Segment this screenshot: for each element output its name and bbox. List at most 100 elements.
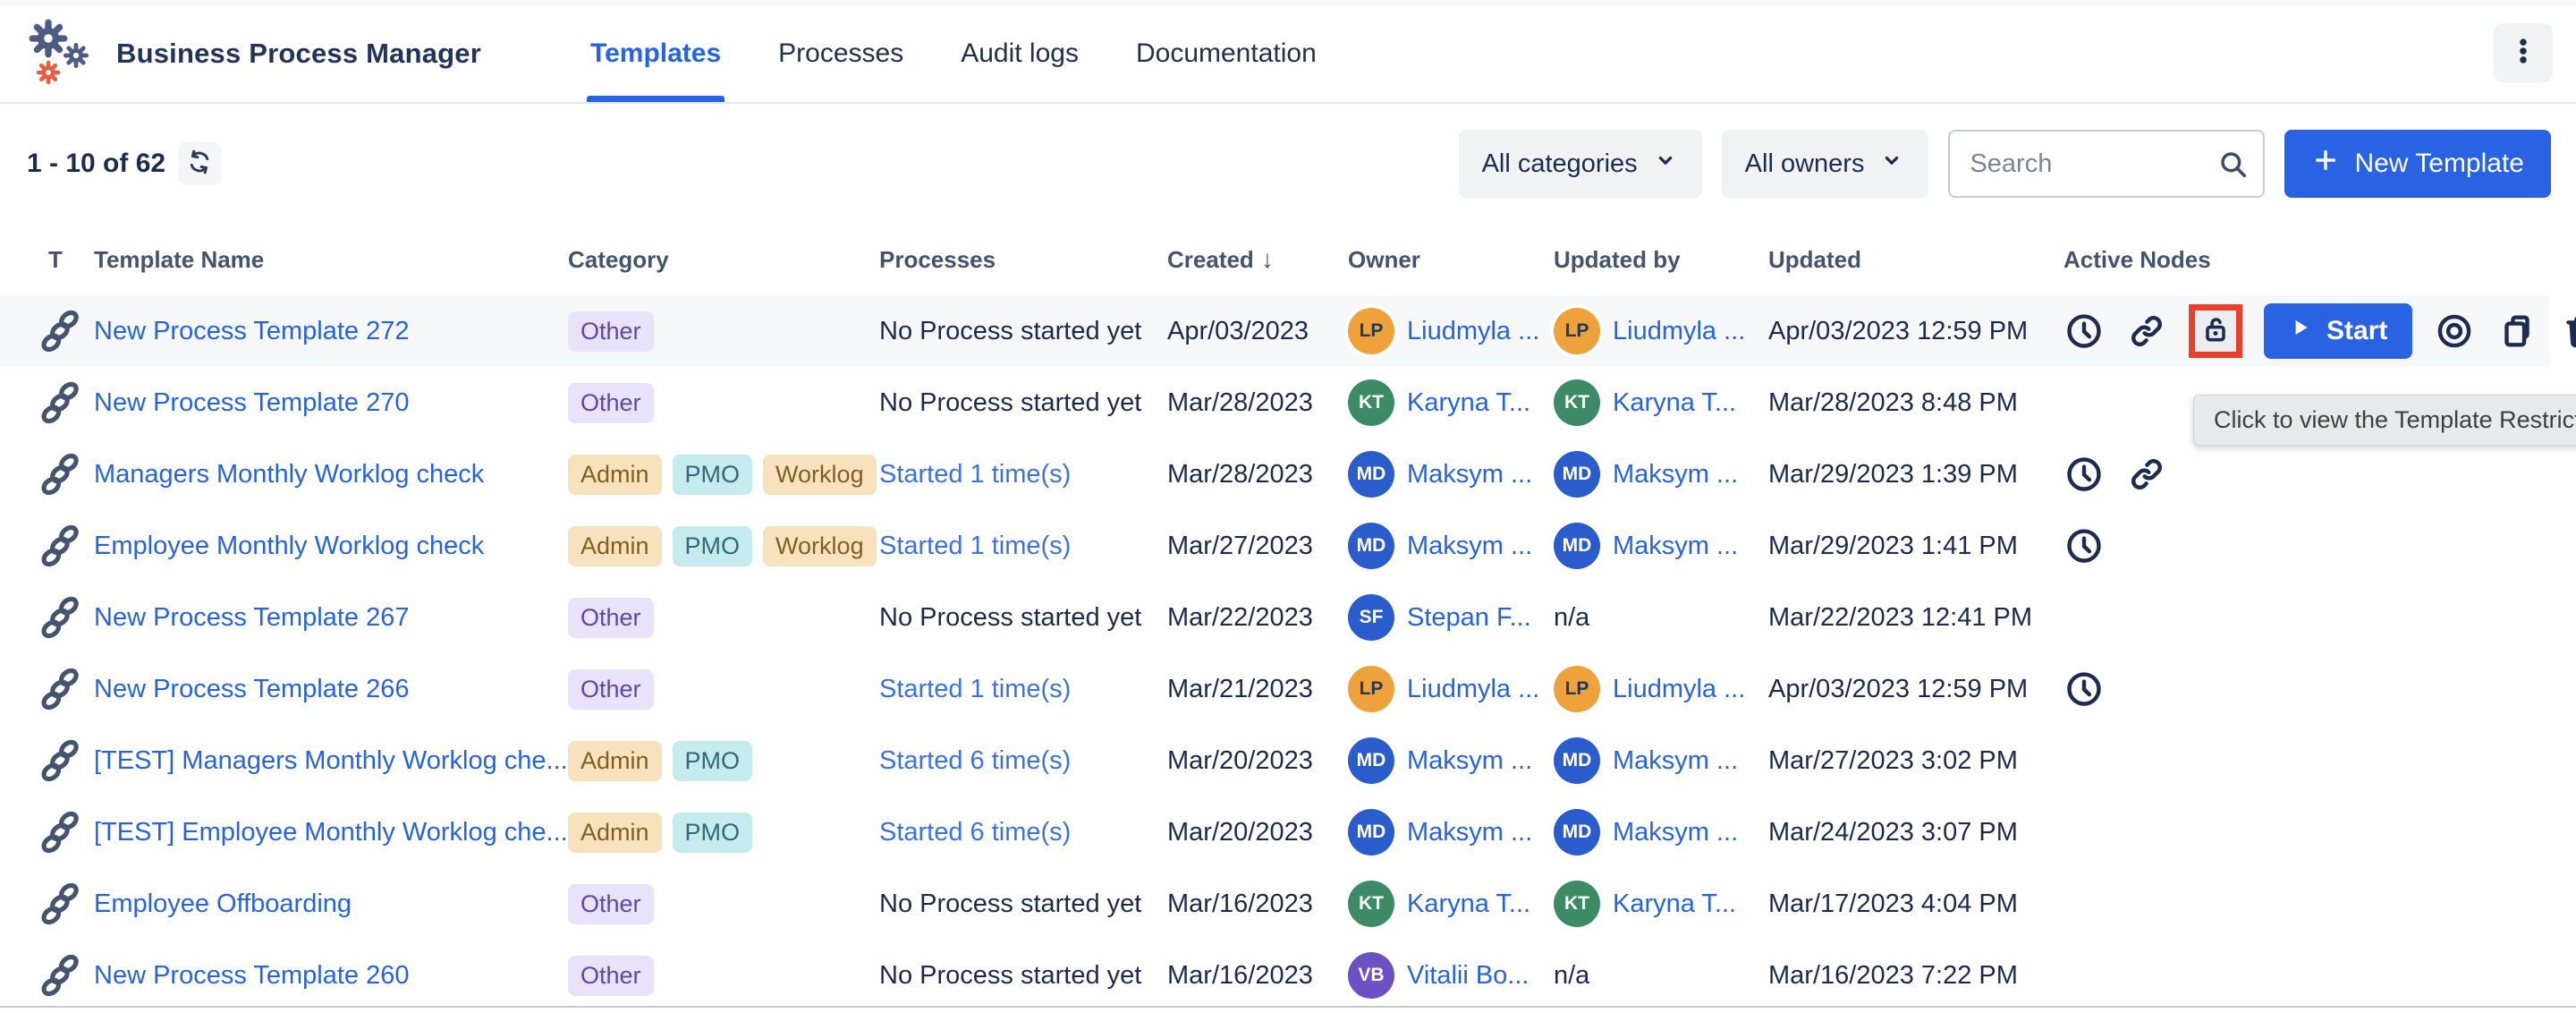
processes-started-link[interactable]: Started 1 time(s): [879, 532, 1071, 561]
updated-datetime: Mar/29/2023 1:41 PM: [1768, 532, 2018, 561]
updated-datetime: Mar/28/2023 8:48 PM: [1768, 388, 2018, 418]
column-header-label: Owner: [1348, 246, 1420, 274]
category-badge-pmo: PMO: [673, 813, 753, 853]
user-name-link[interactable]: Vitalii Bo...: [1407, 961, 1529, 991]
trash-icon[interactable]: [2559, 311, 2576, 352]
user-name-link[interactable]: Stepan F...: [1407, 603, 1531, 633]
start-label: Start: [2326, 316, 2387, 346]
user-name-link[interactable]: Liudmyla ...: [1613, 317, 1745, 346]
table-row: New Process Template 270OtherNo Process …: [0, 367, 2549, 438]
user-name-link[interactable]: Karyna T...: [1613, 388, 1736, 418]
template-name-link[interactable]: [TEST] Employee Monthly Worklog che...: [94, 818, 568, 847]
template-name-link[interactable]: New Process Template 270: [94, 388, 409, 418]
column-header-category[interactable]: Category: [568, 246, 879, 274]
processes-started-link[interactable]: Started 1 time(s): [879, 460, 1071, 489]
history-icon[interactable]: [2063, 454, 2105, 495]
owners-filter-dropdown[interactable]: All owners: [1722, 130, 1929, 198]
user-name-link[interactable]: Karyna T...: [1613, 890, 1736, 919]
template-name-link[interactable]: [TEST] Managers Monthly Worklog che...: [94, 746, 568, 776]
business-process-manager-app: Business Process Manager TemplatesProces…: [0, 0, 2576, 1013]
column-header-processes[interactable]: Processes: [879, 246, 1167, 274]
processes-status-text: No Process started yet: [879, 388, 1141, 418]
table-row: New Process Template 267OtherNo Process …: [0, 582, 2549, 653]
template-name-link[interactable]: Managers Monthly Worklog check: [94, 460, 484, 489]
template-name-link[interactable]: New Process Template 266: [94, 675, 409, 704]
user-name-link[interactable]: Maksym ...: [1613, 746, 1738, 776]
link-icon[interactable]: [2126, 454, 2167, 495]
avatar: LP: [1554, 308, 1600, 354]
tab-templates[interactable]: Templates: [562, 5, 750, 102]
user-name-link[interactable]: Liudmyla ...: [1407, 675, 1539, 704]
kebab-menu-icon: [2507, 35, 2539, 72]
history-icon[interactable]: [2063, 311, 2105, 352]
template-type-workflow-icon: [27, 881, 94, 926]
tab-processes[interactable]: Processes: [750, 5, 932, 102]
user-name-link[interactable]: Liudmyla ...: [1613, 675, 1745, 704]
user-name-link[interactable]: Maksym ...: [1613, 532, 1738, 561]
column-header-created[interactable]: Created↓: [1167, 245, 1348, 274]
column-header-label: Created: [1167, 246, 1254, 274]
category-cell: AdminPMOWorklog: [568, 455, 879, 495]
user-name-link[interactable]: Maksym ...: [1613, 818, 1738, 847]
column-header-label: Updated: [1768, 246, 1861, 274]
link-icon[interactable]: [2126, 311, 2167, 352]
column-header-active-nodes[interactable]: Active Nodes: [2063, 246, 2549, 274]
updated-datetime: Apr/03/2023 12:59 PM: [1768, 675, 2028, 704]
category-badge-other: Other: [568, 884, 654, 924]
history-icon[interactable]: [2063, 668, 2105, 710]
template-restrictions-button-highlighted[interactable]: [2189, 304, 2242, 358]
column-header-template-name[interactable]: Template Name: [94, 246, 568, 274]
copy-icon[interactable]: [2496, 311, 2538, 352]
column-header-updated[interactable]: Updated: [1768, 246, 2063, 274]
template-name-link[interactable]: New Process Template 267: [94, 603, 409, 633]
category-badge-worklog: Worklog: [763, 526, 877, 566]
updated-datetime: Mar/29/2023 1:39 PM: [1768, 460, 2018, 489]
user-name-link[interactable]: Maksym ...: [1407, 746, 1532, 776]
template-type-workflow-icon: [27, 309, 94, 353]
table-row: [TEST] Employee Monthly Worklog che...Ad…: [0, 796, 2549, 868]
processes-started-link[interactable]: Started 6 time(s): [879, 818, 1071, 847]
user-cell: n/a: [1554, 603, 1768, 633]
history-icon[interactable]: [2063, 525, 2105, 566]
toolbar-filters: All categories All owners New Template: [1459, 130, 2551, 198]
user-cell: KT Karyna T...: [1348, 881, 1554, 927]
column-header-t[interactable]: T: [27, 246, 94, 274]
updated-datetime: Mar/24/2023 3:07 PM: [1768, 818, 2018, 847]
more-options-button[interactable]: [2494, 23, 2553, 82]
category-badge-admin: Admin: [568, 741, 662, 781]
template-name-link[interactable]: New Process Template 260: [94, 961, 409, 991]
category-badge-admin: Admin: [568, 455, 662, 495]
table-bottom-divider: [0, 1006, 2576, 1008]
tab-audit-logs[interactable]: Audit logs: [932, 5, 1107, 102]
new-template-button[interactable]: New Template: [2284, 130, 2551, 198]
category-badge-admin: Admin: [568, 526, 662, 566]
avatar: VB: [1348, 952, 1394, 999]
template-name-link[interactable]: Employee Offboarding: [94, 890, 352, 919]
category-badge-admin: Admin: [568, 813, 662, 853]
categories-filter-dropdown[interactable]: All categories: [1459, 130, 1702, 198]
pagination-counter-wrap: 1 - 10 of 62: [27, 142, 221, 185]
processes-started-link[interactable]: Started 6 time(s): [879, 746, 1071, 776]
template-name-link[interactable]: New Process Template 272: [94, 317, 409, 346]
processes-started-link[interactable]: Started 1 time(s): [879, 675, 1071, 704]
user-name-link[interactable]: Maksym ...: [1613, 460, 1738, 489]
column-header-label: Processes: [879, 246, 996, 274]
refresh-button[interactable]: [178, 142, 221, 185]
user-name-link[interactable]: Karyna T...: [1407, 388, 1530, 418]
user-name-link[interactable]: Liudmyla ...: [1407, 317, 1539, 346]
user-name-link[interactable]: Maksym ...: [1407, 818, 1532, 847]
user-name-link[interactable]: Maksym ...: [1407, 460, 1532, 489]
tab-documentation[interactable]: Documentation: [1107, 5, 1345, 102]
column-header-updated-by[interactable]: Updated by: [1554, 246, 1768, 274]
user-cell: LP Liudmyla ...: [1554, 308, 1768, 354]
avatar: MD: [1348, 737, 1394, 784]
list-toolbar: 1 - 10 of 62 All categories All owners: [0, 104, 2576, 224]
app-header: Business Process Manager TemplatesProces…: [0, 5, 2576, 104]
user-name-link[interactable]: Maksym ...: [1407, 532, 1532, 561]
avatar: KT: [1348, 881, 1394, 927]
user-name-link[interactable]: Karyna T...: [1407, 890, 1530, 919]
start-process-button[interactable]: Start: [2264, 303, 2412, 359]
column-header-owner[interactable]: Owner: [1348, 246, 1554, 274]
template-name-link[interactable]: Employee Monthly Worklog check: [94, 532, 484, 561]
watch-icon[interactable]: [2434, 311, 2475, 352]
